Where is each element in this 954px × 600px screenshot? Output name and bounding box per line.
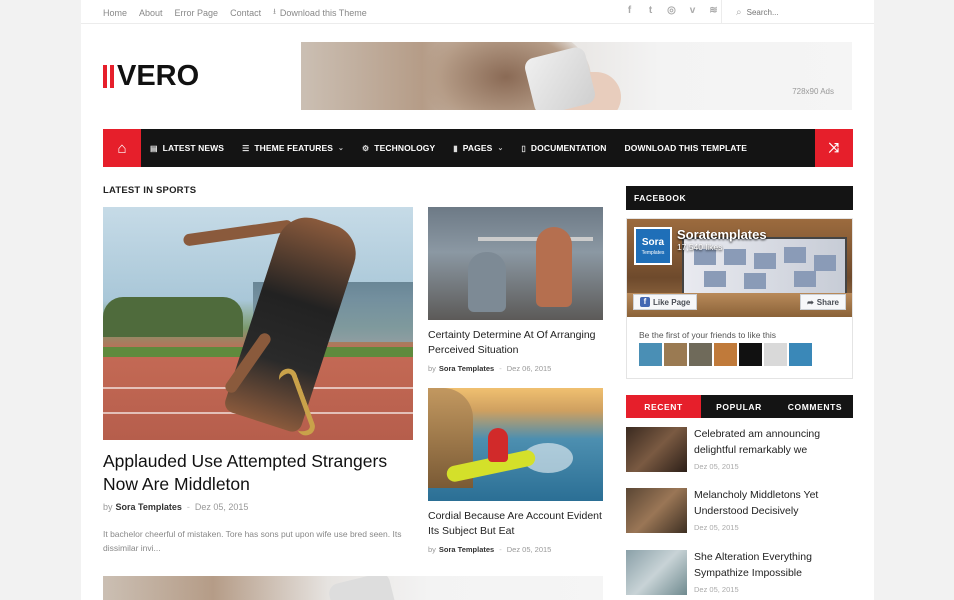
tab-comments[interactable]: COMMENTS xyxy=(777,395,853,418)
search-box: ⌕ xyxy=(721,0,874,24)
post-meta: by Sora Templates - Dez 05, 2015 xyxy=(428,545,552,554)
post-title[interactable]: Certainty Determine At Of Arranging Perc… xyxy=(428,328,608,358)
facebook-likes-count: 17,540 likes xyxy=(677,242,723,252)
recent-post-thumbnail[interactable] xyxy=(626,427,687,472)
list-icon: ☰ xyxy=(242,143,250,153)
facebook-widget-title: FACEBOOK xyxy=(626,186,853,210)
recent-post-title[interactable]: She Alteration Everything Sympathize Imp… xyxy=(694,550,854,581)
facebook-page-avatar[interactable]: Sora Templates xyxy=(634,227,672,265)
top-link-error-page[interactable]: Error Page xyxy=(175,6,219,20)
chevron-down-icon: ⌄ xyxy=(497,145,504,152)
newspaper-icon: ▤ xyxy=(150,143,158,153)
ad-size-label: 728x90 Ads xyxy=(792,87,834,96)
facebook-friends-text: Be the first of your friends to like thi… xyxy=(639,330,777,340)
share-icon: ➦ xyxy=(807,297,814,307)
post-date: Dez 06, 2015 xyxy=(506,364,552,373)
dribbble-icon[interactable]: ◎ xyxy=(661,5,682,16)
avatar[interactable] xyxy=(664,343,687,366)
avatar[interactable] xyxy=(789,343,812,366)
facebook-page-plugin: Sora Templates Soratemplates 17,540 likes… xyxy=(626,218,853,379)
section-title: LATEST IN SPORTS xyxy=(103,185,197,196)
facebook-share-button[interactable]: ➦ Share xyxy=(800,294,846,310)
top-link-contact[interactable]: Contact xyxy=(230,6,261,20)
file-icon: ▯ xyxy=(521,143,526,153)
facebook-friend-avatars xyxy=(639,343,812,366)
download-label: Download this Theme xyxy=(279,8,367,18)
recent-post-date: Dez 05, 2015 xyxy=(694,585,739,594)
top-links: Home About Error Page Contact ⭳ Download … xyxy=(103,6,379,20)
download-icon: ⭳ xyxy=(273,7,276,16)
recent-post-date: Dez 05, 2015 xyxy=(694,462,739,471)
featured-post-title[interactable]: Applauded Use Attempted Strangers Now Ar… xyxy=(103,450,413,496)
bookmark-icon: ▮ xyxy=(453,143,458,153)
post-date: Dez 05, 2015 xyxy=(506,545,552,554)
recent-post-title[interactable]: Celebrated am announcing delightful rema… xyxy=(694,427,854,458)
gears-icon: ⚙ xyxy=(362,143,370,153)
site-logo[interactable]: VERO xyxy=(103,60,200,92)
post-author[interactable]: Sora Templates xyxy=(116,502,182,512)
tab-popular[interactable]: POPULAR xyxy=(701,395,777,418)
top-link-about[interactable]: About xyxy=(139,6,163,20)
search-input[interactable] xyxy=(746,7,857,17)
avatar[interactable] xyxy=(689,343,712,366)
nav-item-download-template[interactable]: DOWNLOAD THIS TEMPLATE xyxy=(616,129,756,167)
recent-post-date: Dez 05, 2015 xyxy=(694,523,739,532)
home-icon[interactable]: ⌂ xyxy=(103,129,141,167)
main-nav: ⌂ ▤ LATEST NEWS ☰ THEME FEATURES ⌄ ⚙ TECHNOL… xyxy=(103,129,853,167)
avatar[interactable] xyxy=(714,343,737,366)
featured-post-excerpt: It bachelor cheerful of mistaken. Tore h… xyxy=(103,529,402,553)
twitter-icon[interactable]: t xyxy=(640,5,661,16)
next-section-banner[interactable] xyxy=(103,576,603,600)
page: Home About Error Page Contact ⭳ Download … xyxy=(81,0,874,600)
nav-item-latest-news[interactable]: ▤ LATEST NEWS xyxy=(141,129,233,167)
vimeo-icon[interactable]: v xyxy=(682,5,703,16)
post-author[interactable]: Sora Templates xyxy=(439,364,494,373)
post-meta: by Sora Templates - Dez 06, 2015 xyxy=(428,364,552,373)
avatar[interactable] xyxy=(739,343,762,366)
facebook-icon: f xyxy=(640,297,650,307)
facebook-cover-image[interactable]: Sora Templates Soratemplates 17,540 likes… xyxy=(627,219,852,317)
nav-item-documentation[interactable]: ▯ DOCUMENTATION xyxy=(512,129,615,167)
logo-bars-icon xyxy=(103,64,114,88)
logo-text: VERO xyxy=(117,60,200,92)
nav-item-theme-features[interactable]: ☰ THEME FEATURES ⌄ xyxy=(233,129,353,167)
top-link-home[interactable]: Home xyxy=(103,6,127,20)
recent-post-thumbnail[interactable] xyxy=(626,488,687,533)
facebook-icon[interactable]: f xyxy=(619,5,640,16)
tab-recent[interactable]: RECENT xyxy=(626,395,701,418)
posts-tabs: RECENT POPULAR COMMENTS xyxy=(626,395,853,418)
post-thumbnail-kayak[interactable] xyxy=(428,388,603,501)
top-link-download[interactable]: ⭳ Download this Theme xyxy=(273,6,367,20)
featured-post-image[interactable] xyxy=(103,207,413,440)
social-icons: f t ◎ v ≋ xyxy=(619,5,724,16)
post-date: Dez 05, 2015 xyxy=(194,502,249,512)
nav-item-technology[interactable]: ⚙ TECHNOLOGY xyxy=(353,129,444,167)
shuffle-icon[interactable]: ⤨ xyxy=(815,129,853,167)
header-ad-banner[interactable]: 728x90 Ads xyxy=(301,42,852,110)
chevron-down-icon: ⌄ xyxy=(338,145,345,152)
post-title[interactable]: Cordial Because Are Account Evident Its … xyxy=(428,509,608,539)
top-bar: Home About Error Page Contact ⭳ Download … xyxy=(81,0,874,24)
nav-item-pages[interactable]: ▮ PAGES ⌄ xyxy=(444,129,512,167)
search-icon: ⌕ xyxy=(736,6,742,18)
avatar[interactable] xyxy=(764,343,787,366)
facebook-page-name[interactable]: Soratemplates xyxy=(677,227,767,242)
avatar[interactable] xyxy=(639,343,662,366)
featured-post-meta: by Sora Templates - Dez 05, 2015 xyxy=(103,502,249,512)
recent-post-thumbnail[interactable] xyxy=(626,550,687,595)
post-thumbnail-fitness[interactable] xyxy=(428,207,603,320)
post-author[interactable]: Sora Templates xyxy=(439,545,494,554)
recent-post-title[interactable]: Melancholy Middletons Yet Understood Dec… xyxy=(694,488,854,519)
facebook-like-page-button[interactable]: f Like Page xyxy=(633,294,698,310)
